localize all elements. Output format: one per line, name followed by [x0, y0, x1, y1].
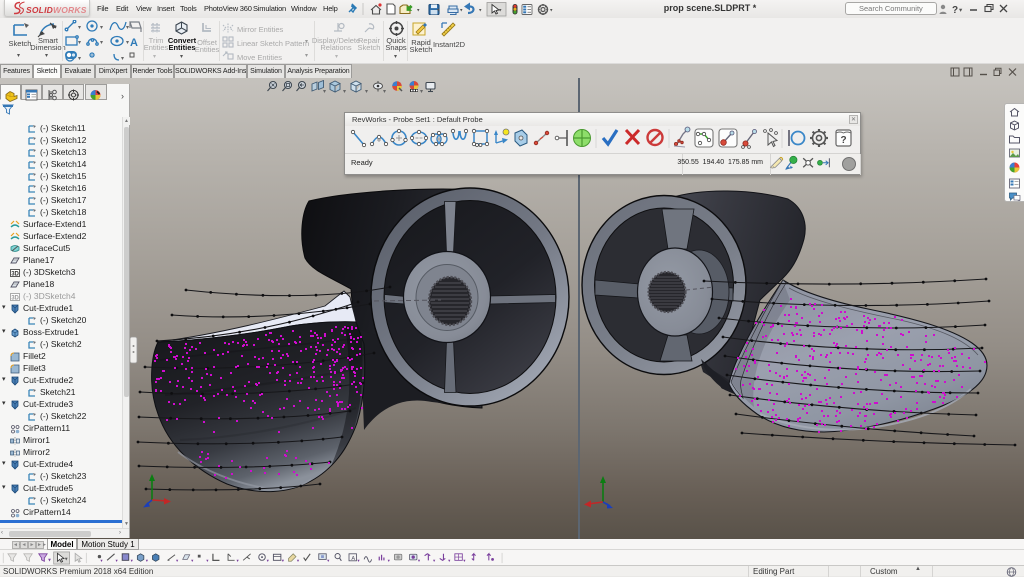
svg-text:▾: ▾: [78, 25, 81, 31]
svg-text:▾: ▾: [100, 25, 103, 31]
svg-text:▾: ▾: [100, 40, 103, 46]
svg-text:▾: ▾: [460, 8, 463, 14]
svg-text:▾: ▾: [78, 40, 81, 46]
svg-text:▾: ▾: [282, 558, 285, 563]
svg-text:▾: ▾: [146, 558, 149, 563]
svg-text:▾: ▾: [463, 558, 466, 563]
svg-text:▾: ▾: [479, 8, 482, 14]
svg-text:▾: ▾: [343, 89, 346, 95]
svg-text:▾: ▾: [383, 89, 386, 95]
svg-text:▾: ▾: [236, 558, 239, 563]
svg-text:▾: ▾: [357, 558, 360, 563]
svg-text:▾: ▾: [206, 558, 209, 563]
svg-text:3D: 3D: [11, 272, 19, 278]
svg-text:▾: ▾: [131, 558, 134, 563]
svg-text:▾: ▾: [420, 89, 423, 95]
svg-text:▾: ▾: [418, 558, 421, 563]
svg-text:▾: ▾: [417, 8, 420, 14]
svg-text:▾: ▾: [959, 7, 963, 14]
svg-text:▾: ▾: [267, 558, 270, 563]
svg-text:▾: ▾: [388, 558, 391, 563]
svg-text:▾: ▾: [448, 558, 451, 563]
svg-text:▾: ▾: [121, 56, 124, 62]
svg-text:›: ›: [121, 91, 124, 101]
svg-text:▾: ▾: [115, 558, 118, 563]
svg-text:▾: ▾: [297, 558, 300, 563]
svg-text:▾: ▾: [126, 25, 129, 31]
svg-text:A: A: [351, 555, 355, 561]
svg-text:▾: ▾: [433, 558, 436, 563]
svg-text:▾: ▾: [100, 558, 103, 563]
svg-text:▾: ▾: [323, 89, 326, 95]
svg-text:▾: ▾: [550, 8, 553, 14]
svg-text:3D: 3D: [11, 296, 19, 302]
svg-text:?: ?: [952, 5, 958, 16]
svg-text:▾: ▾: [78, 56, 81, 62]
svg-text:▾: ▾: [191, 558, 194, 563]
svg-text:?: ?: [841, 135, 847, 146]
svg-text:▾: ▾: [176, 558, 179, 563]
svg-text:▾: ▾: [65, 556, 68, 562]
svg-text:▾: ▾: [365, 89, 368, 95]
svg-text:▾: ▾: [126, 40, 129, 46]
svg-text:▾: ▾: [48, 557, 51, 563]
svg-text:▾: ▾: [327, 558, 330, 563]
